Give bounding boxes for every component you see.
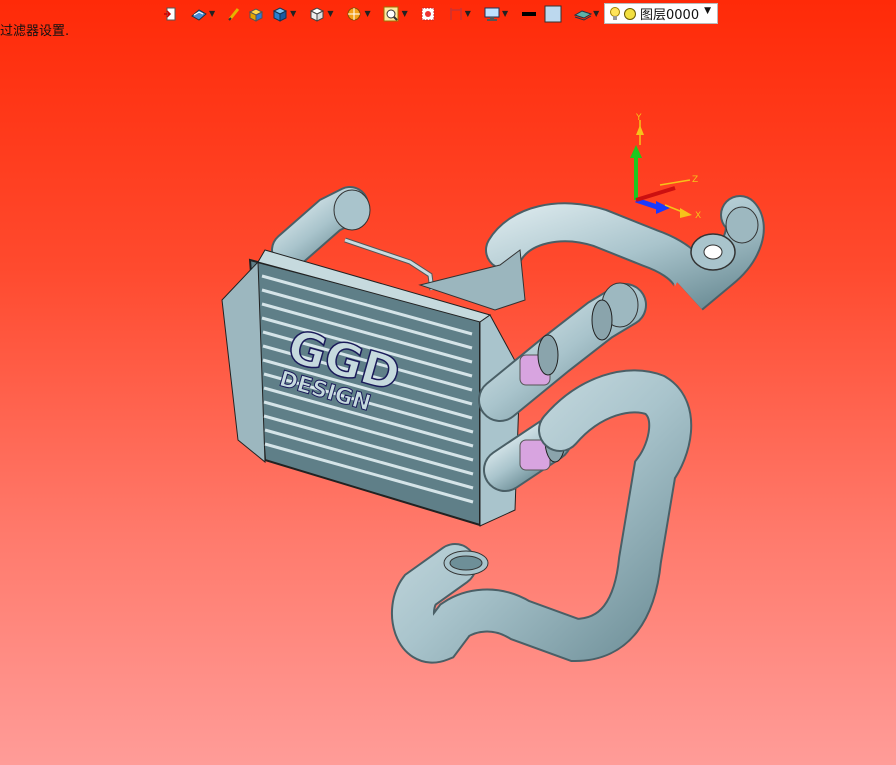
chevron-down-icon: ▼ — [401, 9, 408, 18]
zoom-fit-icon — [383, 6, 399, 22]
chevron-down-icon: ▼ — [327, 9, 334, 18]
black-line-color-icon — [522, 12, 537, 16]
appearance-button[interactable]: ▼ — [343, 3, 372, 25]
exit-sketch-icon — [164, 7, 176, 21]
layer-name: 图层0000 — [640, 8, 700, 23]
line-color-button[interactable] — [518, 3, 540, 25]
blue-cube-icon — [273, 7, 288, 22]
chevron-down-icon: ▼ — [364, 9, 371, 18]
zoom-fit-button[interactable]: ▼ — [381, 3, 410, 25]
zoom-area-icon — [421, 7, 435, 21]
display-style-button[interactable]: ▼ — [269, 3, 298, 25]
coordinate-triad: Y X Z — [630, 113, 701, 221]
chevron-down-icon: ▼ — [290, 9, 297, 18]
layer-visibility-icon[interactable] — [623, 7, 637, 21]
view-orient-icon — [191, 9, 207, 21]
white-cube-icon — [310, 7, 325, 22]
sketch-pen-button[interactable] — [225, 3, 243, 25]
chevron-down-icon: ▼ — [501, 9, 509, 18]
svg-text:Z: Z — [692, 175, 698, 185]
chevron-down-icon: ▼ — [593, 9, 600, 18]
view-orientation-button[interactable]: ▼ — [188, 3, 217, 25]
lightbulb-icon[interactable] — [609, 6, 621, 22]
chevron-down-icon: ▼ — [464, 9, 471, 18]
layer-plane-icon — [574, 10, 593, 21]
svg-text:Y: Y — [635, 113, 642, 123]
chevron-down-icon: ▼ — [209, 9, 216, 18]
chevron-down-icon[interactable]: ▼ — [704, 6, 711, 16]
svg-text:X: X — [695, 211, 701, 221]
exit-sketch-button[interactable] — [160, 3, 180, 25]
layer-dropdown[interactable]: 图层0000 ▼ — [604, 3, 718, 24]
hide-show-button[interactable]: ▼ — [306, 3, 335, 25]
pen-icon — [228, 8, 240, 21]
dimension-icon — [450, 8, 462, 20]
layer-properties-button[interactable]: ▼ — [572, 3, 601, 25]
3d-viewport[interactable]: GGD DESIGN Y X Z — [0, 0, 896, 765]
heads-up-toolbar: ▼ ▼ ▼ ▼ ▼ ▼ ▼ ▼ — [160, 2, 601, 26]
view-settings-button[interactable]: ▼ — [481, 3, 510, 25]
shaded-box-icon — [249, 8, 264, 22]
render-sphere-icon — [347, 7, 361, 21]
zoom-area-button[interactable] — [418, 3, 438, 25]
shaded-box-button[interactable] — [245, 3, 267, 25]
upper-right-pipe — [485, 195, 765, 311]
section-view-button[interactable]: ▼ — [446, 3, 473, 25]
display-monitor-icon — [484, 7, 500, 21]
face-color-button[interactable] — [542, 3, 564, 25]
face-color-swatch-icon — [544, 5, 562, 23]
